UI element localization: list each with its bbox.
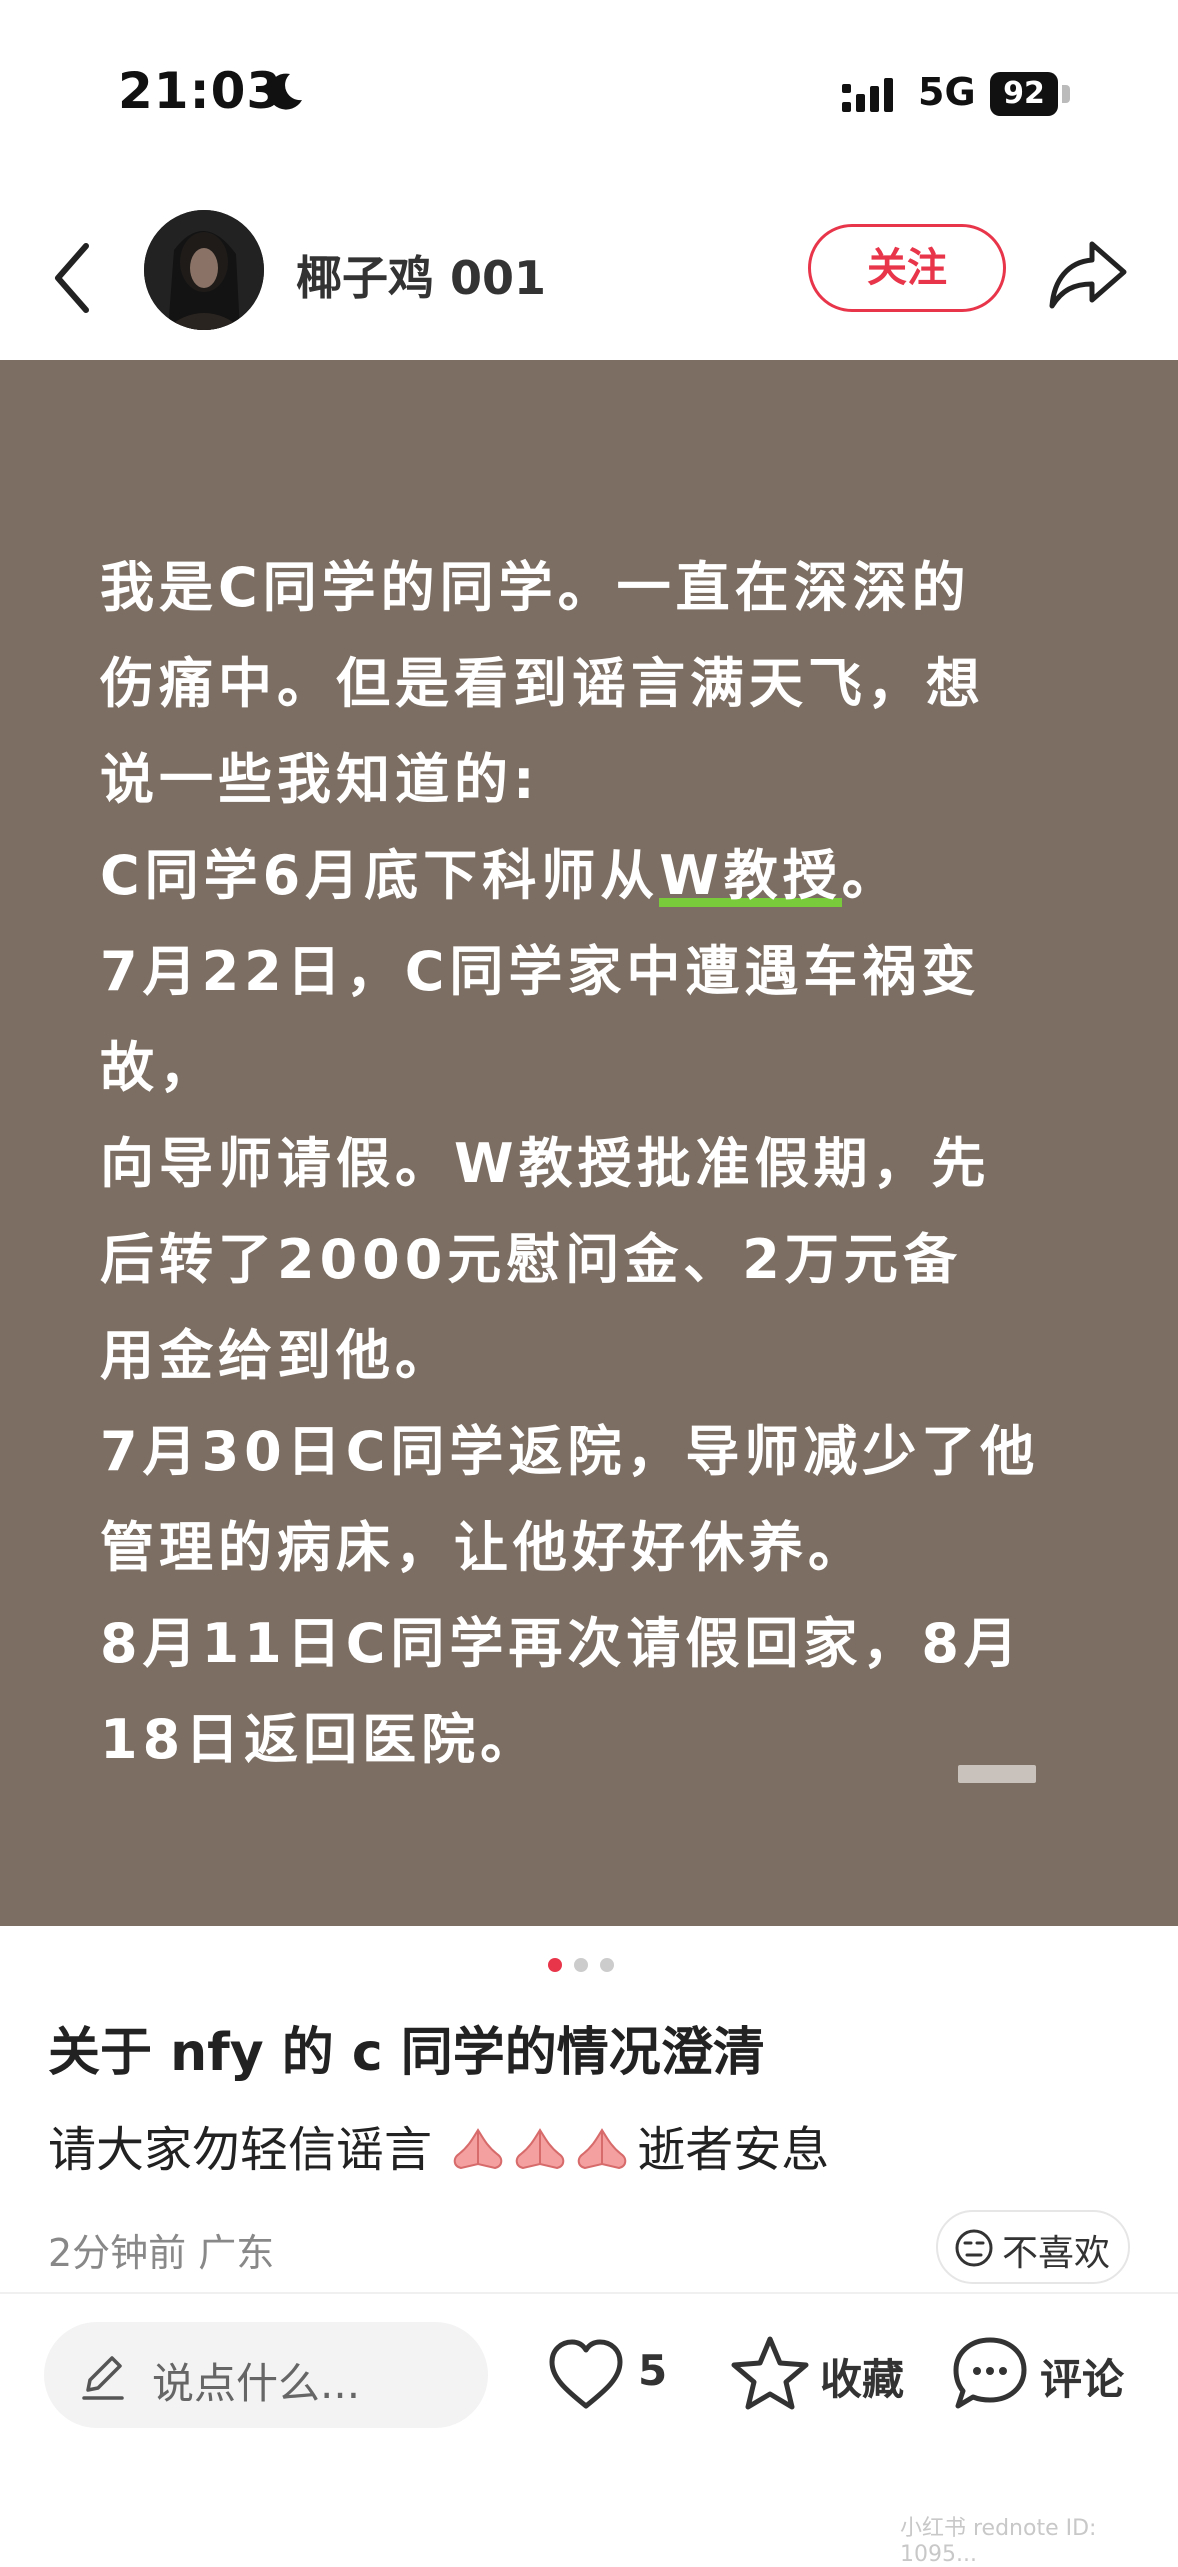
pager-dot-active[interactable] xyxy=(548,1958,562,1972)
text-line: C同学6月底下科师从 xyxy=(100,844,660,907)
text-line: 7月30日C同学返院，导师减少了他 xyxy=(100,1420,1040,1483)
dislike-button[interactable]: 不喜欢 xyxy=(936,2210,1130,2284)
neutral-face-icon xyxy=(955,2229,993,2267)
battery-icon: 92 xyxy=(990,72,1072,116)
follow-button[interactable]: 关注 xyxy=(808,224,1006,312)
post-description: 请大家勿轻信谣言 逝者安息 xyxy=(48,2110,829,2180)
text-line: 。 xyxy=(841,844,901,907)
signal-icon xyxy=(842,78,893,112)
network-label: 5G xyxy=(918,70,976,114)
text-line: 7月22日，C同学家中遭遇车祸变故， xyxy=(100,940,981,1099)
author-name[interactable]: 椰子鸡 001 xyxy=(296,242,546,308)
pager-dot[interactable] xyxy=(600,1958,614,1972)
like-count[interactable]: 5 xyxy=(638,2346,667,2395)
text-line: 管理的病床，让他好好休养。 xyxy=(100,1516,867,1579)
text-line: 伤痛中。但是看到谣言满天飞，想 xyxy=(100,652,985,715)
post-image[interactable]: 我是C同学的同学。一直在深深的 伤痛中。但是看到谣言满天飞，想 说一些我知道的:… xyxy=(0,360,1178,1926)
image-corner-mark xyxy=(958,1765,1036,1783)
share-icon[interactable] xyxy=(1046,234,1130,314)
pager-dot[interactable] xyxy=(574,1958,588,1972)
image-pager-dots[interactable] xyxy=(548,1958,628,1974)
post-title: 关于 nfy 的 c 同学的情况澄清 xyxy=(48,2023,765,2083)
post-meta: 2分钟前 广东 xyxy=(48,2231,275,2275)
text-line: 说一些我知道的: xyxy=(100,748,540,811)
description-tail: 逝者安息 xyxy=(637,2122,830,2178)
comment-label[interactable]: 评论 xyxy=(1040,2346,1124,2407)
text-line: 向导师请假。W教授批准假期，先 xyxy=(100,1132,991,1195)
bottom-divider xyxy=(0,2292,1178,2294)
text-line: 后转了2000元慰问金、2万元备 xyxy=(100,1228,962,1291)
description-text: 请大家勿轻信谣言 xyxy=(48,2122,433,2178)
status-time: 21:03 xyxy=(118,62,283,120)
praying-hands-icon xyxy=(454,2128,503,2170)
battery-level: 92 xyxy=(990,72,1058,116)
author-avatar[interactable] xyxy=(144,210,264,330)
heart-icon[interactable] xyxy=(546,2336,626,2412)
comment-placeholder: 说点什么... xyxy=(152,2359,361,2408)
watermark: 小红书 rednote ID: 1095... xyxy=(900,2516,1097,2567)
praying-hands-icon xyxy=(578,2128,627,2170)
text-line: 18日返回医院。 xyxy=(100,1708,540,1771)
back-arrow-icon[interactable] xyxy=(48,238,98,318)
dislike-label: 不喜欢 xyxy=(1002,2233,1111,2274)
text-line: 8月11日C同学再次请假回家，8月 xyxy=(100,1612,1023,1675)
status-bar: 21:03 5G 92 xyxy=(0,0,1178,190)
comment-input[interactable]: 说点什么... xyxy=(44,2322,488,2428)
praying-hands-icon xyxy=(516,2128,565,2170)
battery-tip xyxy=(1062,85,1070,103)
comment-bubble-icon[interactable] xyxy=(950,2334,1030,2412)
moon-icon xyxy=(268,73,302,110)
post-image-text: 我是C同学的同学。一直在深深的 伤痛中。但是看到谣言满天飞，想 说一些我知道的:… xyxy=(100,540,1090,1788)
collect-label[interactable]: 收藏 xyxy=(820,2346,904,2407)
text-line: 用金给到他。 xyxy=(100,1324,454,1387)
star-icon[interactable] xyxy=(730,2334,810,2412)
avatar-image xyxy=(144,210,264,330)
pencil-icon xyxy=(82,2356,124,2400)
text-line: 我是C同学的同学。一直在深深的 xyxy=(100,556,971,619)
post-header: 椰子鸡 001 关注 xyxy=(0,190,1178,360)
highlighted-text: W教授 xyxy=(659,844,842,907)
